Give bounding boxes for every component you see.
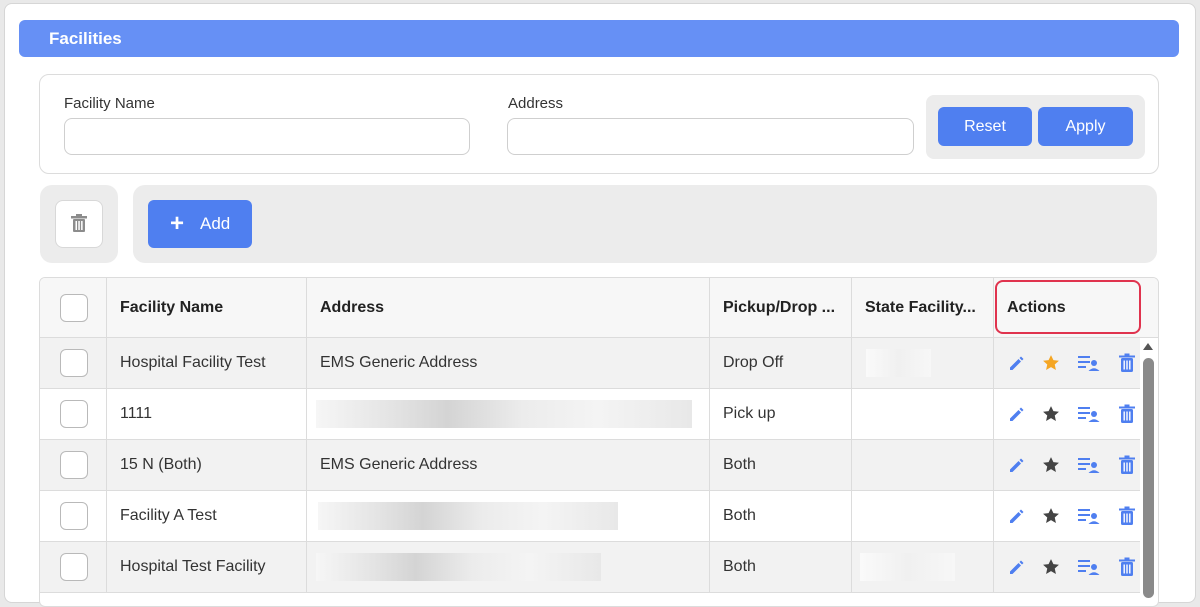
- row-checkbox[interactable]: [60, 553, 88, 581]
- address-cell: EMS Generic Address: [307, 440, 710, 490]
- delete-selected-button[interactable]: [55, 200, 103, 248]
- select-all-checkbox[interactable]: [60, 293, 88, 322]
- scrollbar-thumb[interactable]: [1143, 358, 1154, 598]
- row-select-cell: [40, 338, 107, 388]
- pickup-drop-cell: Both: [710, 542, 852, 592]
- facility-name-cell: Hospital Test Facility: [107, 542, 307, 592]
- plus-icon: +: [170, 210, 185, 237]
- pickup-drop-cell: Pick up: [710, 389, 852, 439]
- address-label: Address: [508, 95, 564, 112]
- row-actions: [1004, 389, 1144, 439]
- assign-user-icon[interactable]: [1077, 506, 1101, 526]
- assign-user-icon[interactable]: [1077, 455, 1101, 475]
- redacted-state-facility: [860, 553, 955, 581]
- row-actions: [1004, 542, 1144, 592]
- star-icon[interactable]: [1041, 404, 1061, 424]
- row-checkbox[interactable]: [60, 451, 88, 479]
- row-actions: [1004, 491, 1144, 541]
- edit-icon[interactable]: [1007, 353, 1027, 373]
- facility-name-label: Facility Name: [64, 95, 155, 112]
- assign-user-icon[interactable]: [1077, 353, 1101, 373]
- redacted-state-facility: [866, 349, 931, 377]
- state-facility-cell: [852, 389, 994, 439]
- row-checkbox[interactable]: [60, 400, 88, 428]
- table-header: Facility Name Address Pickup/Drop ... St…: [40, 278, 1158, 338]
- pickup-drop-cell: Both: [710, 491, 852, 541]
- scroll-up-arrow-icon[interactable]: [1143, 343, 1153, 350]
- facility-name-input[interactable]: [64, 118, 470, 155]
- row-select-cell: [40, 542, 107, 592]
- row-select-cell: [40, 491, 107, 541]
- edit-icon[interactable]: [1007, 455, 1027, 475]
- facility-name-cell: 15 N (Both): [107, 440, 307, 490]
- facilities-table: Facility Name Address Pickup/Drop ... St…: [39, 277, 1159, 607]
- star-icon[interactable]: [1041, 455, 1061, 475]
- table-row[interactable]: 15 N (Both) EMS Generic Address Both: [40, 440, 1140, 491]
- delete-icon[interactable]: [1118, 506, 1136, 526]
- row-checkbox[interactable]: [60, 502, 88, 530]
- delete-icon[interactable]: [1118, 404, 1136, 424]
- star-icon[interactable]: [1041, 557, 1061, 577]
- edit-icon[interactable]: [1007, 506, 1027, 526]
- delete-icon[interactable]: [1118, 353, 1136, 373]
- state-facility-cell: [852, 440, 994, 490]
- row-actions: [1004, 440, 1144, 490]
- redacted-address: [316, 400, 692, 428]
- table-row[interactable]: Hospital Facility Test EMS Generic Addre…: [40, 338, 1140, 389]
- column-header-state-facility[interactable]: State Facility...: [852, 278, 994, 337]
- facility-name-cell: Facility A Test: [107, 491, 307, 541]
- toolbar: [133, 185, 1157, 263]
- add-button-label: Add: [200, 214, 231, 233]
- facility-name-cell: Hospital Facility Test: [107, 338, 307, 388]
- row-select-cell: [40, 440, 107, 490]
- assign-user-icon[interactable]: [1077, 404, 1101, 424]
- address-input[interactable]: [507, 118, 914, 155]
- pickup-drop-cell: Both: [710, 440, 852, 490]
- table-row[interactable]: Facility A Test Both: [40, 491, 1140, 542]
- facility-name-cell: 1111: [107, 389, 307, 439]
- state-facility-cell: [852, 491, 994, 541]
- pickup-drop-cell: Drop Off: [710, 338, 852, 388]
- star-icon[interactable]: [1041, 506, 1061, 526]
- column-header-address[interactable]: Address: [307, 278, 710, 337]
- delete-icon[interactable]: [1118, 455, 1136, 475]
- trash-icon: [71, 214, 87, 232]
- redacted-address: [318, 502, 618, 530]
- favorite-star-icon[interactable]: [1041, 353, 1061, 373]
- redacted-address: [316, 553, 601, 581]
- row-actions: [1004, 338, 1144, 388]
- actions-column-highlight: [995, 280, 1141, 334]
- panel-title: Facilities: [19, 20, 1179, 57]
- address-cell: EMS Generic Address: [307, 338, 710, 388]
- reset-button[interactable]: Reset: [938, 107, 1032, 146]
- edit-icon[interactable]: [1007, 404, 1027, 424]
- table-row[interactable]: 1111 Pick up: [40, 389, 1140, 440]
- column-header-facility-name[interactable]: Facility Name: [107, 278, 307, 337]
- table-row[interactable]: Hospital Test Facility Both: [40, 542, 1140, 593]
- apply-button[interactable]: Apply: [1038, 107, 1133, 146]
- column-header-pickup-drop[interactable]: Pickup/Drop ...: [710, 278, 852, 337]
- row-checkbox[interactable]: [60, 349, 88, 377]
- select-all-cell: [40, 278, 107, 337]
- assign-user-icon[interactable]: [1077, 557, 1101, 577]
- row-select-cell: [40, 389, 107, 439]
- edit-icon[interactable]: [1007, 557, 1027, 577]
- delete-icon[interactable]: [1118, 557, 1136, 577]
- add-button[interactable]: + Add: [148, 200, 252, 248]
